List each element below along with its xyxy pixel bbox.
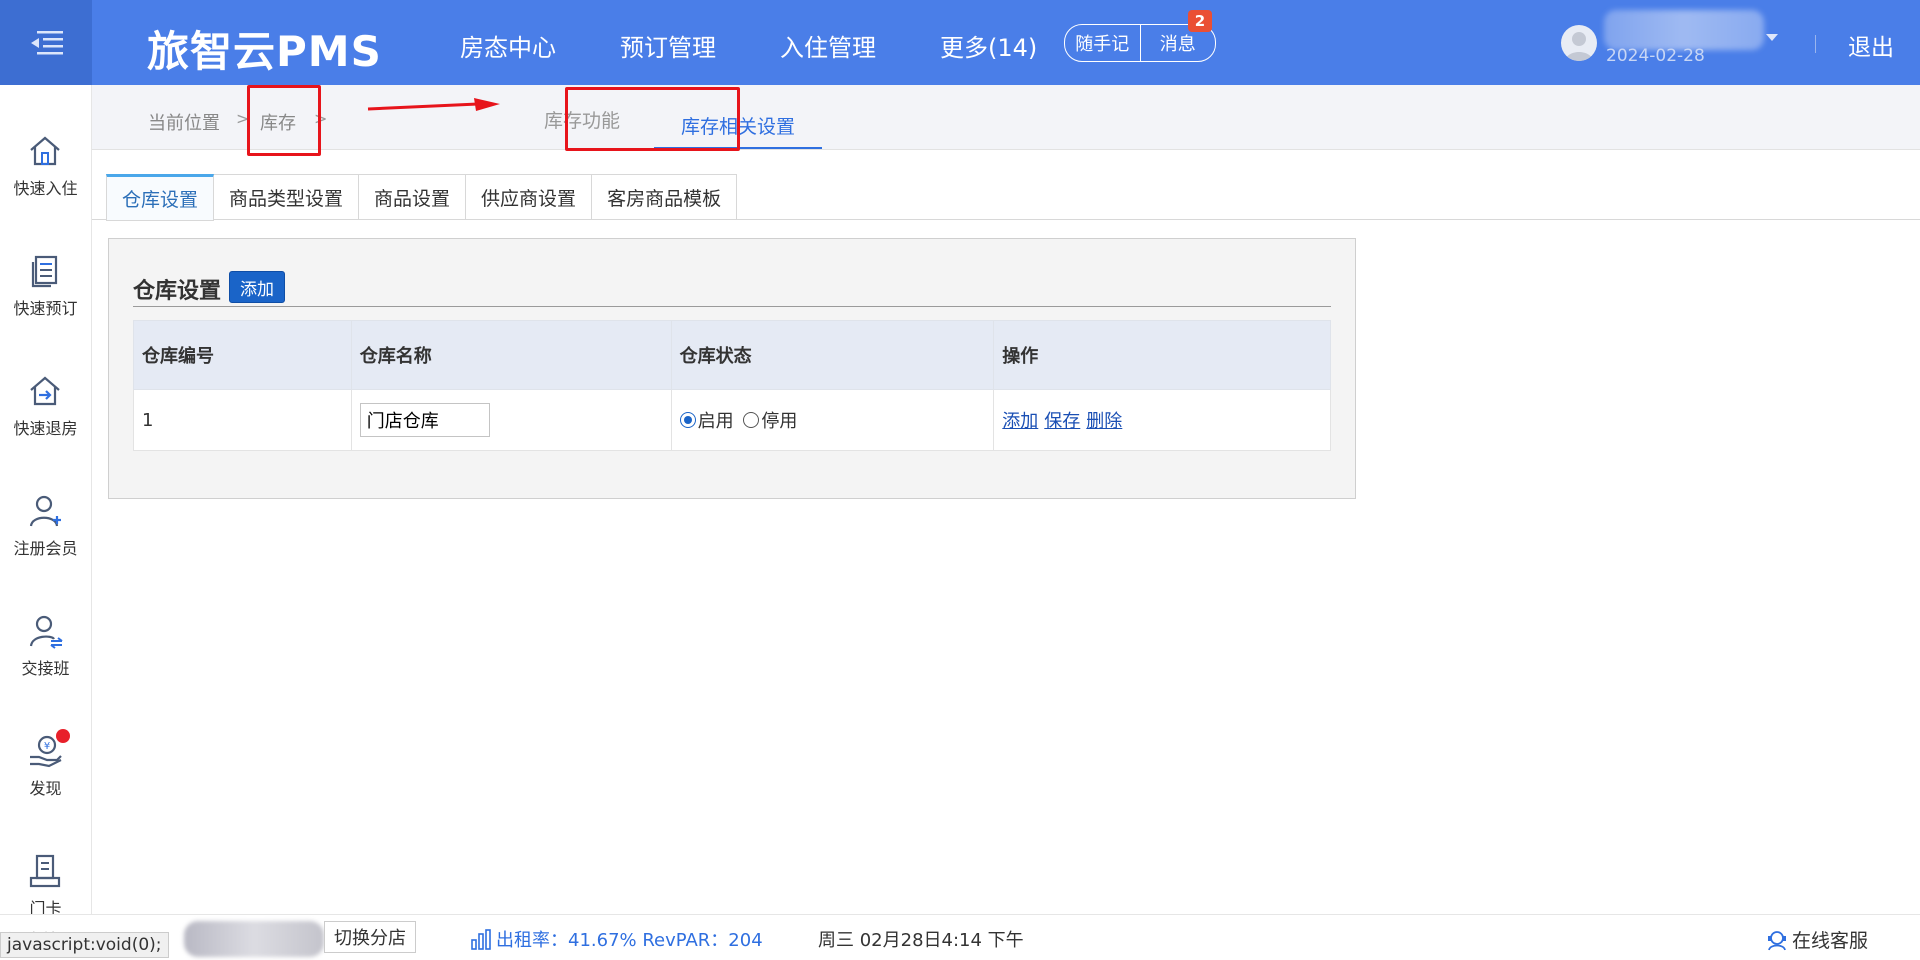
register-member-icon: [29, 495, 61, 527]
status-disabled-radio[interactable]: 停用: [743, 407, 797, 433]
hotel-name-blurred: [184, 921, 324, 957]
notification-dot: [56, 729, 70, 743]
warehouse-id: 1: [133, 389, 352, 451]
status-bar: 酒店编号：9065898 切换分店 出租率：41.67% RevPAR：204 …: [0, 914, 1920, 960]
radio-checked-icon: [679, 412, 696, 428]
breadcrumb-label: 当前位置: [148, 113, 220, 134]
occupancy-text: 出租率：41.67% RevPAR：204: [496, 930, 763, 951]
shift-handover-icon: [29, 615, 63, 649]
row-add-link[interactable]: 添加: [1002, 411, 1038, 432]
nav-more[interactable]: 更多(14): [940, 28, 1037, 63]
quick-note-button[interactable]: 随手记: [1065, 25, 1141, 61]
sidebar-item-discover[interactable]: ¥ 发现: [0, 729, 91, 833]
svg-text:¥: ¥: [44, 741, 50, 752]
logout-button[interactable]: 退出: [1848, 28, 1894, 62]
message-count-badge: 2: [1188, 10, 1212, 32]
annotation-box-settings: [565, 87, 740, 151]
warehouse-status-cell: 启用 停用: [670, 389, 995, 451]
nav-checkin[interactable]: 入住管理: [780, 28, 876, 63]
bar-chart-icon: [471, 929, 491, 950]
warehouse-table: 仓库编号 仓库名称 仓库状态 操作 1 启用: [133, 320, 1331, 451]
sidebar-item-quick-checkout[interactable]: 快速退房: [0, 373, 91, 473]
sidebar-item-register-member[interactable]: 注册会员: [0, 493, 91, 593]
radio-unchecked-icon: [743, 412, 760, 428]
sidebar: 快速入住 快速预订 快速退房 注册会员 交接班 ¥ 发现 门卡: [0, 85, 92, 918]
sidebar-item-label: 快速退房: [13, 419, 78, 438]
checkout-icon: [30, 376, 60, 406]
tab-room-product-template[interactable]: 客房商品模板: [592, 174, 738, 220]
panel-title: 仓库设置: [133, 279, 222, 304]
tab-supplier-settings[interactable]: 供应商设置: [466, 174, 593, 220]
collapse-menu-icon: [31, 30, 63, 54]
column-header-name: 仓库名称: [350, 320, 672, 390]
settings-tabs: 仓库设置 商品类型设置 商品设置 供应商设置 客房商品模板: [106, 174, 738, 221]
status-disabled-label: 停用: [761, 411, 798, 432]
top-bar: 旅智云PMS 房态中心 预订管理 入住管理 更多(14) 随手记 消息 2 20…: [0, 0, 1920, 85]
online-support-label: 在线客服: [1792, 930, 1869, 952]
warehouse-settings-panel: 仓库设置 添加 仓库编号 仓库名称 仓库状态 操作 1 门店仓库 启用 停用 添…: [108, 238, 1356, 499]
tab-warehouse-settings[interactable]: 仓库设置: [106, 174, 215, 221]
link-preview-tooltip: javascript:void(0);: [0, 932, 169, 958]
current-datetime: 周三 02月28日4:14 下午: [818, 930, 1024, 951]
row-save-link[interactable]: 保存: [1044, 411, 1080, 432]
panel-divider: [133, 306, 1331, 307]
column-header-actions: 操作: [993, 320, 1331, 390]
tab-product-type-settings[interactable]: 商品类型设置: [214, 174, 360, 220]
brand-logo: 旅智云PMS: [147, 27, 382, 76]
warehouse-name-cell: [350, 389, 672, 451]
nav-room-status[interactable]: 房态中心: [460, 28, 556, 63]
sidebar-item-label: 发现: [29, 779, 62, 798]
header-divider: [1815, 35, 1816, 53]
sidebar-item-label: 注册会员: [13, 539, 78, 558]
customer-service-icon: [1768, 930, 1786, 950]
nav-reservation[interactable]: 预订管理: [620, 28, 716, 63]
warehouse-actions-cell: 添加 保存 删除: [993, 389, 1331, 451]
sidebar-item-quick-booking[interactable]: 快速预订: [0, 253, 91, 353]
warehouse-name-input[interactable]: [359, 403, 490, 437]
user-date: 2024-02-28: [1606, 46, 1705, 66]
column-header-id: 仓库编号: [133, 320, 352, 390]
sidebar-item-label: 快速入住: [13, 179, 78, 198]
sidebar-item-label: 交接班: [21, 659, 70, 678]
occupancy-stats: 出租率：41.67% RevPAR：204: [470, 926, 763, 952]
booking-icon: [31, 255, 58, 288]
table-row: 1 启用 停用 添加保存删除: [133, 389, 1331, 451]
door-card-icon: [29, 854, 61, 888]
user-avatar-icon: [1565, 32, 1593, 61]
sidebar-item-quick-checkin[interactable]: 快速入住: [0, 133, 91, 233]
table-header-row: 仓库编号 仓库名称 仓库状态 操作: [133, 320, 1331, 390]
annotation-arrow-icon: [367, 98, 500, 111]
column-header-status: 仓库状态: [670, 320, 995, 390]
user-dropdown-caret-icon[interactable]: [1766, 34, 1778, 41]
switch-branch-button[interactable]: 切换分店: [324, 921, 416, 953]
status-enabled-label: 启用: [697, 411, 734, 432]
sidebar-item-label: 快速预订: [13, 299, 78, 318]
add-warehouse-button[interactable]: 添加: [229, 271, 285, 303]
status-enabled-radio[interactable]: 启用: [679, 407, 734, 433]
tab-product-settings[interactable]: 商品设置: [359, 174, 467, 220]
home-icon: [30, 136, 60, 166]
user-name-blurred: [1604, 10, 1764, 50]
menu-toggle-button[interactable]: [0, 0, 92, 85]
row-delete-link[interactable]: 删除: [1086, 411, 1122, 432]
sidebar-item-shift-handover[interactable]: 交接班: [0, 613, 91, 713]
avatar[interactable]: [1561, 25, 1597, 61]
annotation-box-stock: [247, 85, 321, 156]
online-support-button[interactable]: 在线客服: [1766, 926, 1868, 953]
